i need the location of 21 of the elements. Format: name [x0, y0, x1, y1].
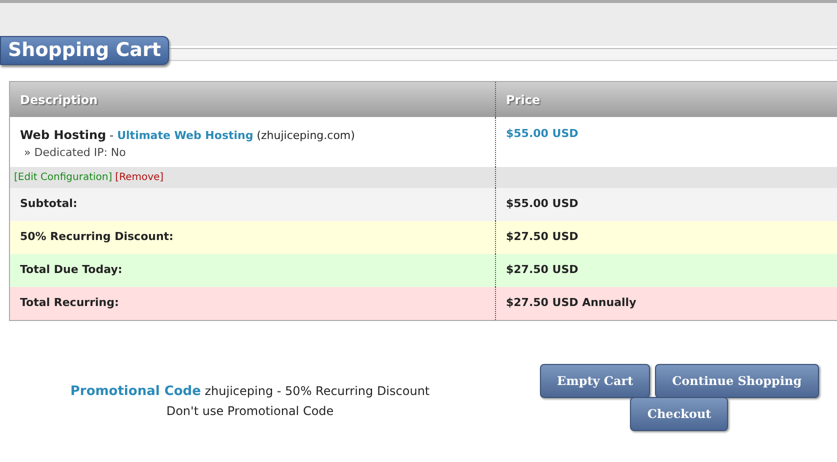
total-label: 50% Recurring Discount:	[20, 229, 174, 246]
cart-button[interactable]: Checkout	[630, 397, 728, 431]
promo-code-text: Promotional Code zhujiceping - 50% Recurring Discount	[69, 383, 431, 401]
option-text: » Dedicated IP: No	[24, 144, 126, 160]
product-description: Web Hosting - Ultimate Web Hosting (zhujiceping.com)	[20, 127, 355, 144]
total-value: $27.50 USD	[506, 229, 578, 246]
item-price: $55.00 USD	[506, 126, 578, 142]
remove-link[interactable]: [Remove]	[115, 170, 164, 185]
total-value: $27.50 USD	[506, 262, 578, 278]
total-value: $55.00 USD	[506, 196, 578, 212]
edit-configuration-link[interactable]: [Edit Configuration]	[14, 170, 112, 185]
remove-promo-link[interactable]: Don't use Promotional Code	[0, 402, 500, 420]
total-label: Subtotal:	[20, 196, 78, 212]
cart-button[interactable]: Empty Cart	[540, 364, 650, 398]
total-label: Total Recurring:	[20, 295, 119, 312]
column-header: Price	[506, 92, 540, 108]
cart-button[interactable]: Continue Shopping	[655, 364, 819, 398]
page-title: Shopping Cart	[0, 36, 169, 65]
total-value: $27.50 USD Annually	[506, 295, 636, 312]
total-label: Total Due Today:	[20, 262, 122, 278]
column-header: Description	[20, 92, 98, 108]
